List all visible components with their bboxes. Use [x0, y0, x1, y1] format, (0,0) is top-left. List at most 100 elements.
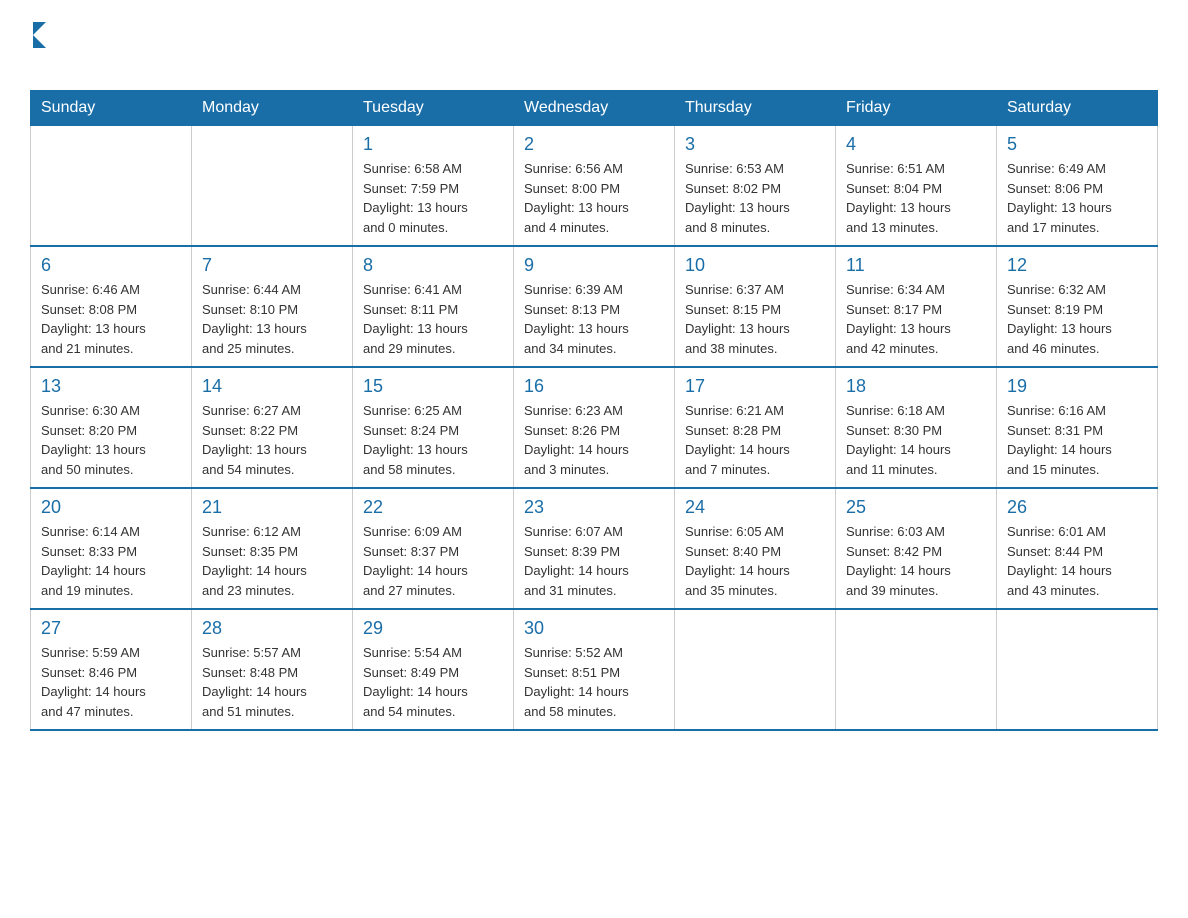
day-cell	[31, 126, 192, 247]
day-number: 17	[685, 376, 825, 397]
day-info: Sunrise: 6:12 AM Sunset: 8:35 PM Dayligh…	[202, 522, 342, 600]
day-number: 21	[202, 497, 342, 518]
day-cell	[836, 609, 997, 730]
day-cell: 24 Sunrise: 6:05 AM Sunset: 8:40 PM Dayli…	[675, 488, 836, 609]
day-cell: 19Sunrise: 6:16 AM Sunset: 8:31 PM Dayli…	[997, 367, 1158, 488]
day-info: Sunrise: 6:21 AM Sunset: 8:28 PM Dayligh…	[685, 401, 825, 479]
day-cell: 22 Sunrise: 6:09 AM Sunset: 8:37 PM Dayli…	[353, 488, 514, 609]
day-number: 12	[1007, 255, 1147, 276]
day-info: Sunrise: 6:53 AM Sunset: 8:02 PM Dayligh…	[685, 159, 825, 237]
day-number: 8	[363, 255, 503, 276]
day-number: 14	[202, 376, 342, 397]
day-cell: 1Sunrise: 6:58 AM Sunset: 7:59 PM Daylig…	[353, 126, 514, 247]
day-number: 13	[41, 376, 181, 397]
day-info: Sunrise: 6:23 AM Sunset: 8:26 PM Dayligh…	[524, 401, 664, 479]
day-number: 16	[524, 376, 664, 397]
day-cell: 8 Sunrise: 6:41 AM Sunset: 8:11 PM Daylig…	[353, 246, 514, 367]
header-cell-wednesday: Wednesday	[514, 91, 675, 126]
week-row-5: 27 Sunrise: 5:59 AM Sunset: 8:46 PM Dayli…	[31, 609, 1158, 730]
calendar-body: 1Sunrise: 6:58 AM Sunset: 7:59 PM Daylig…	[31, 126, 1158, 731]
day-info: Sunrise: 6:09 AM Sunset: 8:37 PM Dayligh…	[363, 522, 503, 600]
day-cell: 14 Sunrise: 6:27 AM Sunset: 8:22 PM Dayli…	[192, 367, 353, 488]
day-cell: 21 Sunrise: 6:12 AM Sunset: 8:35 PM Dayli…	[192, 488, 353, 609]
day-info: Sunrise: 6:07 AM Sunset: 8:39 PM Dayligh…	[524, 522, 664, 600]
day-number: 22	[363, 497, 503, 518]
day-cell: 15 Sunrise: 6:25 AM Sunset: 8:24 PM Dayli…	[353, 367, 514, 488]
header-cell-sunday: Sunday	[31, 91, 192, 126]
day-cell: 2 Sunrise: 6:56 AM Sunset: 8:00 PM Daylig…	[514, 126, 675, 247]
day-info: Sunrise: 6:56 AM Sunset: 8:00 PM Dayligh…	[524, 159, 664, 237]
week-row-1: 1Sunrise: 6:58 AM Sunset: 7:59 PM Daylig…	[31, 126, 1158, 247]
day-number: 10	[685, 255, 825, 276]
day-cell: 30 Sunrise: 5:52 AM Sunset: 8:51 PM Dayli…	[514, 609, 675, 730]
day-number: 9	[524, 255, 664, 276]
day-number: 28	[202, 618, 342, 639]
day-cell: 13 Sunrise: 6:30 AM Sunset: 8:20 PM Dayli…	[31, 367, 192, 488]
day-cell: 5 Sunrise: 6:49 AM Sunset: 8:06 PM Daylig…	[997, 126, 1158, 247]
day-number: 30	[524, 618, 664, 639]
day-info: Sunrise: 6:49 AM Sunset: 8:06 PM Dayligh…	[1007, 159, 1147, 237]
week-row-3: 13 Sunrise: 6:30 AM Sunset: 8:20 PM Dayli…	[31, 367, 1158, 488]
day-cell: 16 Sunrise: 6:23 AM Sunset: 8:26 PM Dayli…	[514, 367, 675, 488]
day-number: 18	[846, 376, 986, 397]
day-cell: 4 Sunrise: 6:51 AM Sunset: 8:04 PM Daylig…	[836, 126, 997, 247]
header-cell-thursday: Thursday	[675, 91, 836, 126]
day-number: 20	[41, 497, 181, 518]
day-number: 23	[524, 497, 664, 518]
calendar-table: SundayMondayTuesdayWednesdayThursdayFrid…	[30, 90, 1158, 731]
day-info: Sunrise: 6:27 AM Sunset: 8:22 PM Dayligh…	[202, 401, 342, 479]
day-number: 27	[41, 618, 181, 639]
day-info: Sunrise: 6:25 AM Sunset: 8:24 PM Dayligh…	[363, 401, 503, 479]
header-cell-monday: Monday	[192, 91, 353, 126]
day-cell	[675, 609, 836, 730]
header-cell-saturday: Saturday	[997, 91, 1158, 126]
logo	[30, 20, 46, 80]
day-cell: 18 Sunrise: 6:18 AM Sunset: 8:30 PM Dayli…	[836, 367, 997, 488]
day-cell: 9 Sunrise: 6:39 AM Sunset: 8:13 PM Daylig…	[514, 246, 675, 367]
day-number: 15	[363, 376, 503, 397]
day-number: 3	[685, 134, 825, 155]
day-cell: 6 Sunrise: 6:46 AM Sunset: 8:08 PM Daylig…	[31, 246, 192, 367]
day-cell: 20Sunrise: 6:14 AM Sunset: 8:33 PM Dayli…	[31, 488, 192, 609]
day-number: 4	[846, 134, 986, 155]
day-number: 7	[202, 255, 342, 276]
header-cell-friday: Friday	[836, 91, 997, 126]
day-number: 2	[524, 134, 664, 155]
header-cell-tuesday: Tuesday	[353, 91, 514, 126]
day-cell: 25 Sunrise: 6:03 AM Sunset: 8:42 PM Dayli…	[836, 488, 997, 609]
day-cell: 28 Sunrise: 5:57 AM Sunset: 8:48 PM Dayli…	[192, 609, 353, 730]
day-number: 6	[41, 255, 181, 276]
day-info: Sunrise: 6:18 AM Sunset: 8:30 PM Dayligh…	[846, 401, 986, 479]
week-row-4: 20Sunrise: 6:14 AM Sunset: 8:33 PM Dayli…	[31, 488, 1158, 609]
day-info: Sunrise: 6:30 AM Sunset: 8:20 PM Dayligh…	[41, 401, 181, 479]
header-row: SundayMondayTuesdayWednesdayThursdayFrid…	[31, 91, 1158, 126]
day-cell: 27 Sunrise: 5:59 AM Sunset: 8:46 PM Dayli…	[31, 609, 192, 730]
day-number: 5	[1007, 134, 1147, 155]
day-info: Sunrise: 6:05 AM Sunset: 8:40 PM Dayligh…	[685, 522, 825, 600]
day-number: 26	[1007, 497, 1147, 518]
day-info: Sunrise: 6:46 AM Sunset: 8:08 PM Dayligh…	[41, 280, 181, 358]
day-cell: 26Sunrise: 6:01 AM Sunset: 8:44 PM Dayli…	[997, 488, 1158, 609]
week-row-2: 6 Sunrise: 6:46 AM Sunset: 8:08 PM Daylig…	[31, 246, 1158, 367]
day-cell: 17 Sunrise: 6:21 AM Sunset: 8:28 PM Dayli…	[675, 367, 836, 488]
day-info: Sunrise: 6:44 AM Sunset: 8:10 PM Dayligh…	[202, 280, 342, 358]
day-info: Sunrise: 5:59 AM Sunset: 8:46 PM Dayligh…	[41, 643, 181, 721]
day-cell: 11Sunrise: 6:34 AM Sunset: 8:17 PM Dayli…	[836, 246, 997, 367]
day-cell	[997, 609, 1158, 730]
day-cell: 23 Sunrise: 6:07 AM Sunset: 8:39 PM Dayli…	[514, 488, 675, 609]
day-number: 29	[363, 618, 503, 639]
page-header	[30, 20, 1158, 80]
day-info: Sunrise: 6:41 AM Sunset: 8:11 PM Dayligh…	[363, 280, 503, 358]
day-info: Sunrise: 6:39 AM Sunset: 8:13 PM Dayligh…	[524, 280, 664, 358]
day-number: 1	[363, 134, 503, 155]
day-info: Sunrise: 6:37 AM Sunset: 8:15 PM Dayligh…	[685, 280, 825, 358]
day-info: Sunrise: 6:16 AM Sunset: 8:31 PM Dayligh…	[1007, 401, 1147, 479]
day-info: Sunrise: 5:57 AM Sunset: 8:48 PM Dayligh…	[202, 643, 342, 721]
day-info: Sunrise: 6:34 AM Sunset: 8:17 PM Dayligh…	[846, 280, 986, 358]
day-info: Sunrise: 6:51 AM Sunset: 8:04 PM Dayligh…	[846, 159, 986, 237]
day-number: 25	[846, 497, 986, 518]
day-number: 24	[685, 497, 825, 518]
day-info: Sunrise: 6:03 AM Sunset: 8:42 PM Dayligh…	[846, 522, 986, 600]
day-cell: 10 Sunrise: 6:37 AM Sunset: 8:15 PM Dayli…	[675, 246, 836, 367]
day-info: Sunrise: 5:52 AM Sunset: 8:51 PM Dayligh…	[524, 643, 664, 721]
